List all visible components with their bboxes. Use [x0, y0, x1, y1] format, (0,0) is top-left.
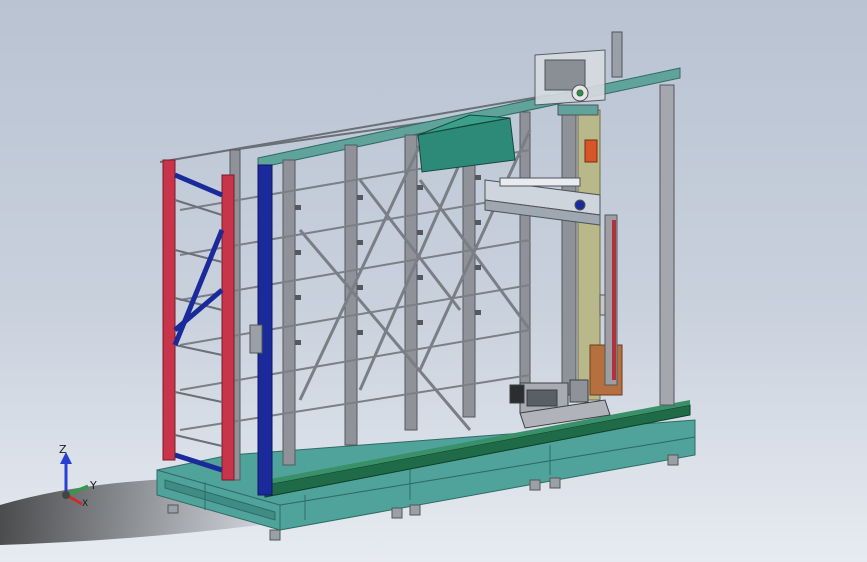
rack-columns [229, 111, 531, 481]
triad-x-label: X [82, 499, 88, 509]
triad-y-label: Y [89, 479, 97, 492]
triad-z-label: Z [59, 443, 67, 456]
top-drive-unit [534, 31, 623, 116]
cad-model-view: Z Y X [0, 31, 696, 545]
cad-viewport[interactable]: Z Y X [0, 0, 867, 562]
post-red-strip [612, 220, 616, 380]
blue-braces [172, 172, 225, 473]
triad-origin [62, 491, 70, 499]
column-bracket [249, 324, 263, 354]
